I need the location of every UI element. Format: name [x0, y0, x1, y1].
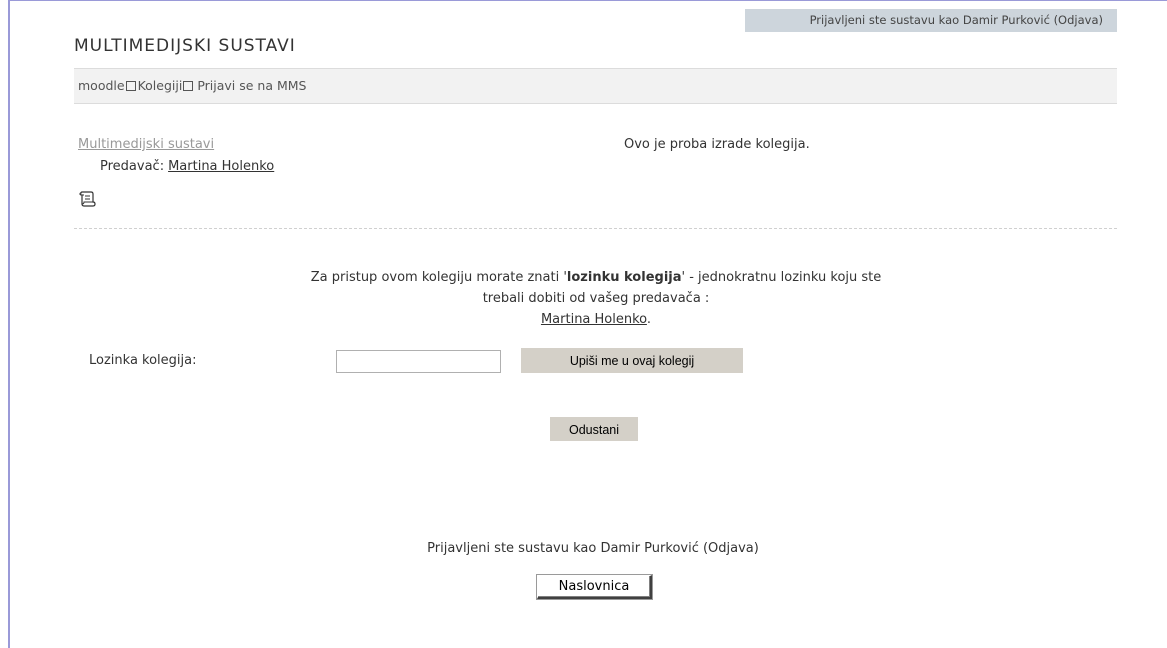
- enrol-notice: Za pristup ovom kolegiju morate znati 'l…: [296, 267, 896, 330]
- teacher-link[interactable]: Martina Holenko: [168, 159, 274, 174]
- password-input[interactable]: [336, 350, 501, 373]
- breadcrumb-item-moodle[interactable]: moodle: [78, 78, 125, 93]
- enrol-button[interactable]: Upiši me u ovaj kolegij: [521, 348, 743, 373]
- breadcrumb-separator-icon: [125, 81, 136, 91]
- cancel-button[interactable]: Odustani: [550, 417, 638, 441]
- window-frame-top: [8, 0, 1167, 1]
- notice-bold: lozinku kolegija: [566, 270, 682, 285]
- teacher-label: Predavač:: [100, 159, 165, 174]
- login-info-header[interactable]: Prijavljeni ste sustavu kao Damir Purkov…: [745, 9, 1117, 32]
- course-teacher: Predavač: Martina Holenko: [100, 159, 274, 174]
- course-summary: Ovo je proba izrade kolegija.: [624, 137, 810, 152]
- notice-teacher-link[interactable]: Martina Holenko: [541, 312, 647, 327]
- info-icon[interactable]: [79, 191, 97, 207]
- password-label: Lozinka kolegija:: [89, 353, 197, 368]
- home-button[interactable]: Naslovnica: [537, 575, 652, 599]
- breadcrumb-separator-icon: [183, 81, 194, 91]
- notice-end: .: [646, 312, 652, 327]
- site-title: MULTIMEDIJSKI SUSTAVI: [74, 36, 296, 56]
- breadcrumb-item-courses[interactable]: Kolegiji: [138, 78, 183, 93]
- section-divider: [74, 228, 1117, 229]
- login-info-footer[interactable]: Prijavljeni ste sustavu kao Damir Purkov…: [0, 541, 1167, 556]
- course-name-link[interactable]: Multimedijski sustavi: [78, 137, 214, 152]
- breadcrumb: moodle Kolegiji Prijavi se na MMS: [74, 68, 1117, 104]
- notice-text-1: Za pristup ovom kolegiju morate znati ': [310, 270, 567, 285]
- breadcrumb-item-current: Prijavi se na MMS: [197, 78, 307, 93]
